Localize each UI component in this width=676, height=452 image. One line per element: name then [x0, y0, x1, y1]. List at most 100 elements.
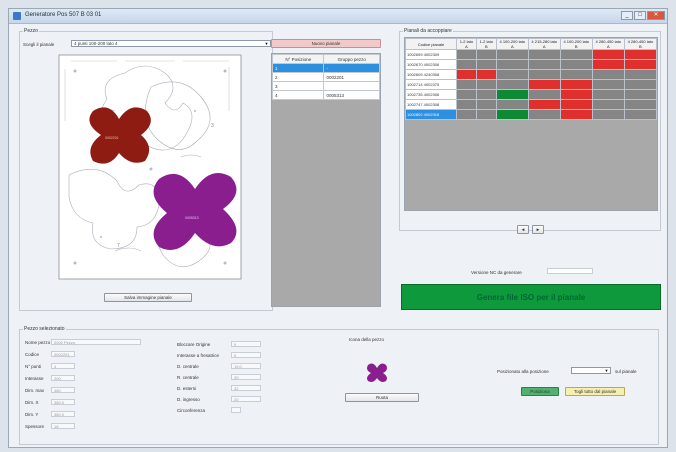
table-cell[interactable]: - — [323, 63, 380, 73]
compat-cell[interactable] — [527, 49, 561, 60]
compat-cell[interactable] — [456, 69, 477, 80]
compat-cell[interactable] — [456, 109, 477, 120]
table-row[interactable]: 1002659 4002309 — [405, 49, 658, 60]
compat-cell[interactable] — [456, 99, 477, 110]
compat-cell[interactable] — [495, 89, 529, 100]
col-header-codice[interactable]: Codice pianale — [405, 38, 457, 50]
compat-cell[interactable] — [591, 79, 625, 90]
compat-cell[interactable] — [591, 109, 625, 120]
pianali-grid[interactable]: Codice pianale 1-2 lato A 1-2 lato B4 100-… — [404, 37, 658, 211]
compat-cell[interactable] — [623, 69, 658, 80]
compat-cell[interactable] — [456, 89, 477, 100]
col-header-5[interactable]: 4 280-450 lato A — [591, 38, 625, 50]
compat-cell[interactable] — [456, 59, 477, 70]
compat-cell[interactable] — [456, 79, 477, 90]
pianale-code[interactable]: 1002735 4002306 — [405, 89, 457, 100]
ruota-button[interactable]: Ruota — [345, 393, 419, 402]
pianale-code[interactable]: 1002747 4002308 — [405, 99, 457, 110]
col-header-4[interactable]: 4 100-200 lato B — [559, 38, 593, 50]
table-row[interactable]: 1002714 4002375 — [405, 79, 658, 90]
col-header-3[interactable]: 4 215-280 lato A — [527, 38, 561, 50]
table-row[interactable]: 1002747 4002308 — [405, 99, 658, 110]
generate-iso-button[interactable]: Genera file ISO per il pianale — [401, 284, 661, 310]
compat-cell[interactable] — [527, 79, 561, 90]
compat-cell[interactable] — [623, 59, 658, 70]
pianale-code[interactable]: 1002670 4002306 — [405, 59, 457, 70]
posizione-select[interactable]: ▼ — [571, 367, 611, 374]
pianale-select[interactable]: 4 punti 100-200 lato 4 ▼ — [71, 40, 271, 47]
compat-cell[interactable] — [559, 89, 593, 100]
compat-cell[interactable] — [559, 99, 593, 110]
close-button[interactable]: ✕ — [647, 11, 665, 20]
table-cell[interactable] — [323, 81, 380, 91]
compat-cell[interactable] — [527, 99, 561, 110]
compat-cell[interactable] — [527, 89, 561, 100]
col-header-1[interactable]: 1-2 lato B — [475, 38, 497, 50]
col-header-6[interactable]: 4 280-450 lato B — [623, 38, 658, 50]
compat-cell[interactable] — [475, 49, 497, 60]
compat-cell[interactable] — [591, 99, 625, 110]
col-header-gruppo[interactable]: Gruppo pezzo — [323, 54, 380, 64]
table-cell[interactable]: 4 — [271, 90, 325, 100]
compat-cell[interactable] — [559, 79, 593, 90]
table-row[interactable]: 1 - — [271, 63, 380, 73]
table-row[interactable]: 1002670 4002306 — [405, 59, 658, 70]
compat-cell[interactable] — [475, 79, 497, 90]
compat-cell[interactable] — [495, 109, 529, 120]
scroll-left-button[interactable]: ◄ — [517, 225, 529, 234]
compat-cell[interactable] — [623, 49, 658, 60]
table-cell[interactable]: 2 — [271, 72, 325, 82]
compat-cell[interactable] — [591, 89, 625, 100]
compat-cell[interactable] — [475, 89, 497, 100]
minimize-button[interactable]: _ — [621, 11, 633, 20]
compat-cell[interactable] — [591, 69, 625, 80]
compat-cell[interactable] — [495, 49, 529, 60]
nuovo-pianale-button[interactable]: Nuovo pianale — [271, 39, 381, 48]
table-row[interactable]: 4 0005313 — [271, 90, 380, 100]
col-header-0[interactable]: 1-2 lato A — [456, 38, 477, 50]
compat-cell[interactable] — [475, 99, 497, 110]
compat-cell[interactable] — [623, 99, 658, 110]
scroll-right-button[interactable]: ► — [532, 225, 544, 234]
compat-cell[interactable] — [623, 109, 658, 120]
compat-cell[interactable] — [527, 59, 561, 70]
table-cell[interactable]: 0002201 — [323, 72, 380, 82]
table-row[interactable]: 1002735 4002306 — [405, 89, 658, 100]
table-cell[interactable]: 0005313 — [323, 90, 380, 100]
maximize-button[interactable]: □ — [634, 11, 646, 20]
pianale-code[interactable]: 1002714 4002375 — [405, 79, 457, 90]
compat-cell[interactable] — [475, 69, 497, 80]
compat-cell[interactable] — [456, 49, 477, 60]
compat-cell[interactable] — [527, 69, 561, 80]
compat-cell[interactable] — [591, 49, 625, 60]
pianale-code[interactable]: 1002609 4240308 — [405, 69, 457, 80]
compat-cell[interactable] — [623, 79, 658, 90]
table-cell[interactable]: 1 — [271, 63, 325, 73]
togli-tutto-button[interactable]: Togli tutto dal pianale — [565, 387, 625, 396]
table-row[interactable]: 2 0002201 — [271, 72, 380, 82]
save-image-button[interactable]: Salva immagine pianale — [104, 293, 192, 302]
compat-cell[interactable] — [475, 109, 497, 120]
nc-version-input[interactable] — [547, 268, 593, 274]
compat-cell[interactable] — [495, 59, 529, 70]
compat-cell[interactable] — [475, 59, 497, 70]
positions-grid[interactable]: N° Posizione Gruppo pezzo 1 - 2 0002201 … — [271, 53, 381, 307]
compat-cell[interactable] — [559, 59, 593, 70]
pianale-code[interactable]: 1002802 4002316 — [405, 109, 457, 120]
compat-cell[interactable] — [559, 69, 593, 80]
table-row[interactable]: 3 — [271, 81, 380, 91]
table-cell[interactable]: 3 — [271, 81, 325, 91]
table-row[interactable]: 1002609 4240308 — [405, 69, 658, 80]
compat-cell[interactable] — [495, 79, 529, 90]
compat-cell[interactable] — [495, 99, 529, 110]
col-header-posizione[interactable]: N° Posizione — [271, 54, 325, 64]
posiziona-button[interactable]: Posiziona — [521, 387, 559, 396]
compat-cell[interactable] — [623, 89, 658, 100]
compat-cell[interactable] — [591, 59, 625, 70]
compat-cell[interactable] — [559, 49, 593, 60]
table-row[interactable]: 1002802 4002316 — [405, 109, 658, 120]
compat-cell[interactable] — [527, 109, 561, 120]
pianale-drawing[interactable]: 3 7 0002201 0005313 — [55, 51, 245, 283]
col-header-2[interactable]: 4 100-200 lato A — [495, 38, 529, 50]
compat-cell[interactable] — [495, 69, 529, 80]
